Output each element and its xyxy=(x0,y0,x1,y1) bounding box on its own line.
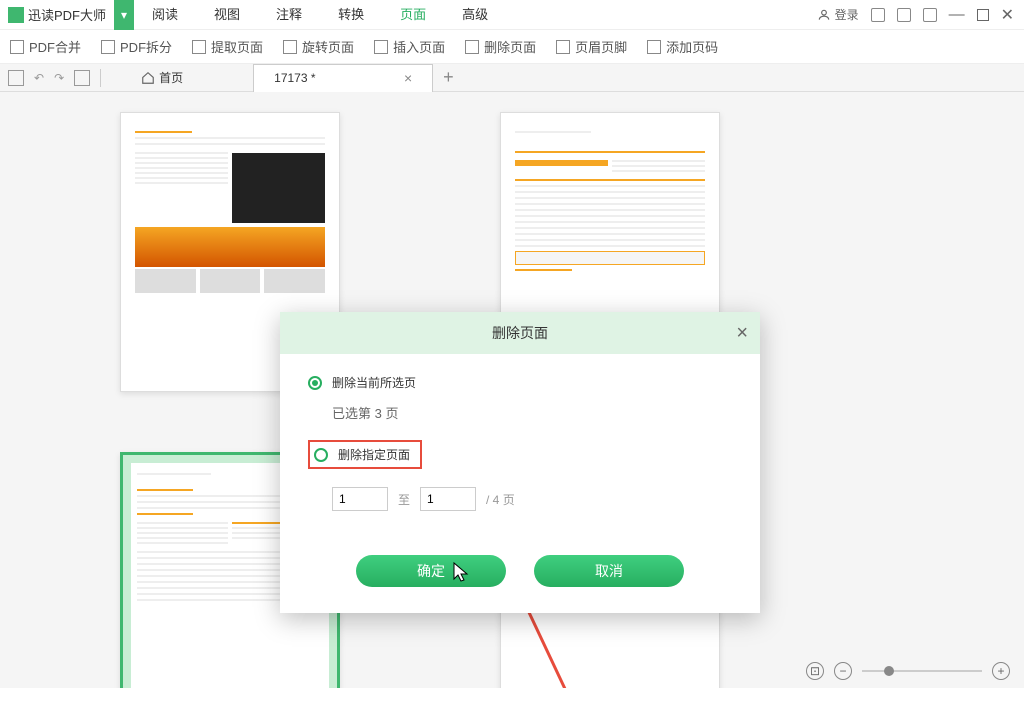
document-tabs: 17173 * × + xyxy=(253,64,454,92)
split-icon xyxy=(101,40,115,54)
title-right: 登录 — ✕ xyxy=(817,5,1024,25)
tool-split[interactable]: PDF拆分 xyxy=(101,37,172,56)
skin-icon[interactable] xyxy=(897,8,911,22)
dialog-title: 删除页面 xyxy=(492,323,548,343)
zoom-slider[interactable] xyxy=(862,670,982,672)
rotate-icon xyxy=(283,40,297,54)
range-to-label: 至 xyxy=(398,491,410,508)
menu-convert[interactable]: 转换 xyxy=(320,0,382,30)
separator xyxy=(100,69,101,87)
radio-current-label: 删除当前所选页 xyxy=(332,374,416,391)
tool-page-number[interactable]: 添加页码 xyxy=(647,37,718,56)
menu-page[interactable]: 页面 xyxy=(382,0,444,30)
logo-icon xyxy=(8,7,24,23)
insert-icon xyxy=(374,40,388,54)
delete-page-dialog: 删除页面 × 删除当前所选页 已选第 3 页 删除指定页面 至 / 4 页 确定 xyxy=(280,312,760,613)
menu-read[interactable]: 阅读 xyxy=(134,0,196,30)
maximize-button[interactable] xyxy=(977,9,989,21)
undo-icon[interactable]: ↶ xyxy=(34,71,44,85)
tab-title: 17173 * xyxy=(274,71,315,85)
app-name: 迅读PDF大师 xyxy=(28,5,106,24)
dialog-close-icon[interactable]: × xyxy=(736,322,748,345)
quick-bar: ↶ ↷ 首页 17173 * × + xyxy=(0,64,1024,92)
option-delete-range-highlight: 删除指定页面 xyxy=(308,440,422,469)
range-from-input[interactable] xyxy=(332,487,388,511)
tab-document[interactable]: 17173 * × xyxy=(253,64,433,92)
tool-delete[interactable]: 删除页面 xyxy=(465,37,536,56)
ok-button[interactable]: 确定 xyxy=(356,555,506,587)
menu-view[interactable]: 视图 xyxy=(196,0,258,30)
settings-icon[interactable] xyxy=(923,8,937,22)
title-bar: 迅读PDF大师 ▾ 阅读 视图 注释 转换 页面 高级 登录 — ✕ xyxy=(0,0,1024,30)
delete-icon xyxy=(465,40,479,54)
redo-icon[interactable]: ↷ xyxy=(54,71,64,85)
range-inputs: 至 / 4 页 xyxy=(332,487,732,511)
extract-icon xyxy=(192,40,206,54)
tool-header-footer[interactable]: 页眉页脚 xyxy=(556,37,627,56)
pagenum-icon xyxy=(647,40,661,54)
total-pages: / 4 页 xyxy=(486,491,515,508)
app-dropdown[interactable]: ▾ xyxy=(114,0,134,30)
range-to-input[interactable] xyxy=(420,487,476,511)
new-tab-button[interactable]: + xyxy=(443,67,454,88)
save-icon[interactable] xyxy=(74,70,90,86)
zoom-out-icon[interactable]: − xyxy=(834,662,852,680)
tool-merge[interactable]: PDF合并 xyxy=(10,37,81,56)
tab-close-icon[interactable]: × xyxy=(404,70,412,86)
app-logo: 迅读PDF大师 xyxy=(0,5,114,24)
ribbon-toolbar: PDF合并 PDF拆分 提取页面 旋转页面 插入页面 删除页面 页眉页脚 添加页… xyxy=(0,30,1024,64)
tool-rotate[interactable]: 旋转页面 xyxy=(283,37,354,56)
cancel-button[interactable]: 取消 xyxy=(534,555,684,587)
option-delete-current[interactable]: 删除当前所选页 xyxy=(308,374,732,391)
zoom-in-icon[interactable]: + xyxy=(992,662,1010,680)
radio-current[interactable] xyxy=(308,376,322,390)
page-grid: 删除页面 × 删除当前所选页 已选第 3 页 删除指定页面 至 / 4 页 确定 xyxy=(0,92,1024,688)
dialog-body: 删除当前所选页 已选第 3 页 删除指定页面 至 / 4 页 xyxy=(280,354,760,545)
home-button[interactable]: 首页 xyxy=(141,69,183,86)
minimize-button[interactable]: — xyxy=(949,6,965,24)
menu-advanced[interactable]: 高级 xyxy=(444,0,506,30)
zoom-bar: ⊡ − + xyxy=(806,662,1010,680)
fit-icon[interactable]: ⊡ xyxy=(806,662,824,680)
home-icon xyxy=(141,71,155,85)
main-menu: 阅读 视图 注释 转换 页面 高级 xyxy=(134,0,506,30)
tool-extract[interactable]: 提取页面 xyxy=(192,37,263,56)
headerfooter-icon xyxy=(556,40,570,54)
menu-annotate[interactable]: 注释 xyxy=(258,0,320,30)
merge-icon xyxy=(10,40,24,54)
dialog-buttons: 确定 取消 xyxy=(280,545,760,613)
open-icon[interactable] xyxy=(8,70,24,86)
login-link[interactable]: 登录 xyxy=(817,6,859,23)
tool-insert[interactable]: 插入页面 xyxy=(374,37,445,56)
selected-info: 已选第 3 页 xyxy=(332,403,732,422)
feedback-icon[interactable] xyxy=(871,8,885,22)
radio-range-label: 删除指定页面 xyxy=(338,446,410,463)
radio-range[interactable] xyxy=(314,448,328,462)
dialog-header: 删除页面 × xyxy=(280,312,760,354)
user-icon xyxy=(817,8,831,22)
close-button[interactable]: ✕ xyxy=(1001,5,1014,25)
